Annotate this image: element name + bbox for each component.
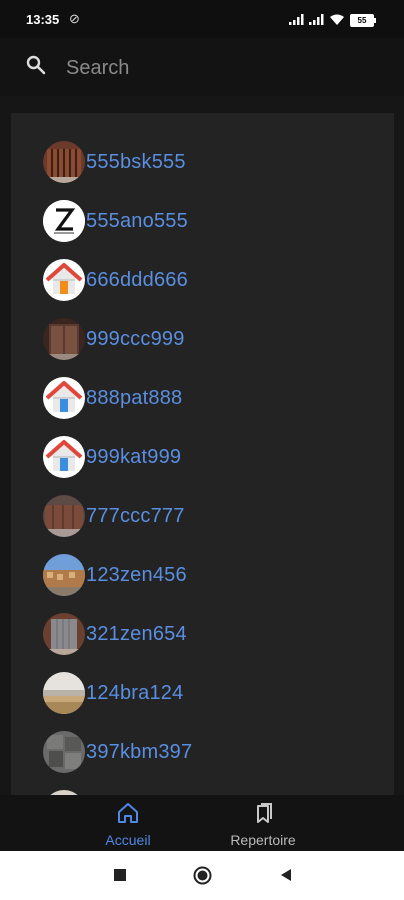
- list-item[interactable]: 999ccc999: [43, 317, 185, 361]
- home-button[interactable]: [193, 866, 212, 885]
- search-icon: [26, 55, 46, 75]
- item-label: 397kbm397: [86, 740, 193, 763]
- stone-photo-avatar: [43, 731, 85, 773]
- tab-home-label: Accueil: [105, 832, 151, 848]
- search-input[interactable]: [64, 54, 368, 82]
- item-label: 321zen654: [86, 622, 187, 645]
- list-item[interactable]: 888pat888: [43, 376, 182, 420]
- house-icon: [43, 436, 85, 478]
- gate-photo-avatar: [43, 613, 85, 655]
- item-label: 666ddd666: [86, 268, 188, 291]
- z-logo-avatar: [43, 200, 85, 242]
- list-item[interactable]: 555ano555: [43, 199, 188, 243]
- house-icon: [43, 259, 85, 301]
- back-button[interactable]: [279, 868, 293, 882]
- status-bar: 13:35 ⊘ 55: [0, 0, 404, 38]
- list-item[interactable]: 666ddd666: [43, 258, 188, 302]
- list-item[interactable]: 777ccc777: [43, 494, 185, 538]
- wifi-icon: [330, 14, 344, 25]
- item-label: 555bsk555: [86, 150, 186, 173]
- battery-icon: 55: [350, 14, 376, 27]
- list-item[interactable]: 123zen456: [43, 553, 187, 597]
- item-label: 124bra124: [86, 681, 184, 704]
- item-label: 999ccc999: [86, 327, 185, 350]
- list-item[interactable]: 999kat999: [43, 435, 181, 479]
- tab-directory[interactable]: Repertoire: [208, 801, 318, 848]
- gate-photo-avatar: [43, 318, 85, 360]
- list-item[interactable]: 555bsk555: [43, 140, 186, 184]
- contact-list: 555bsk555 555ano555 666ddd666 999ccc999 …: [11, 113, 394, 795]
- system-navigation: [0, 851, 404, 900]
- battery-level: 55: [357, 16, 367, 25]
- list-item[interactable]: 124bra124: [43, 671, 183, 715]
- recents-button[interactable]: [113, 868, 127, 882]
- gate-photo-avatar: [43, 495, 85, 537]
- signal-icon-2: [309, 14, 324, 25]
- item-label: 777ccc777: [86, 504, 185, 527]
- tab-home[interactable]: Accueil: [73, 801, 183, 848]
- item-label: 555ano555: [86, 209, 188, 232]
- house-icon: [43, 377, 85, 419]
- street-photo-avatar: [43, 554, 85, 596]
- list-item[interactable]: 397kbm397: [43, 730, 192, 774]
- home-icon: [118, 803, 138, 823]
- signal-icon: [289, 14, 304, 25]
- gate-photo-avatar: [43, 141, 85, 183]
- list-item[interactable]: 321zen654: [43, 612, 187, 656]
- bottom-navigation: Accueil Repertoire: [0, 795, 404, 851]
- search-bar: [0, 38, 404, 96]
- bookmarks-icon: [257, 803, 272, 823]
- tab-directory-label: Repertoire: [230, 832, 296, 848]
- nfc-off-icon: ⊘: [69, 11, 80, 26]
- item-label: 999kat999: [86, 445, 182, 468]
- status-time: 13:35: [26, 12, 60, 27]
- landscape-photo-avatar: [43, 672, 85, 714]
- item-label: 123zen456: [86, 563, 187, 586]
- item-label: 888pat888: [86, 386, 183, 409]
